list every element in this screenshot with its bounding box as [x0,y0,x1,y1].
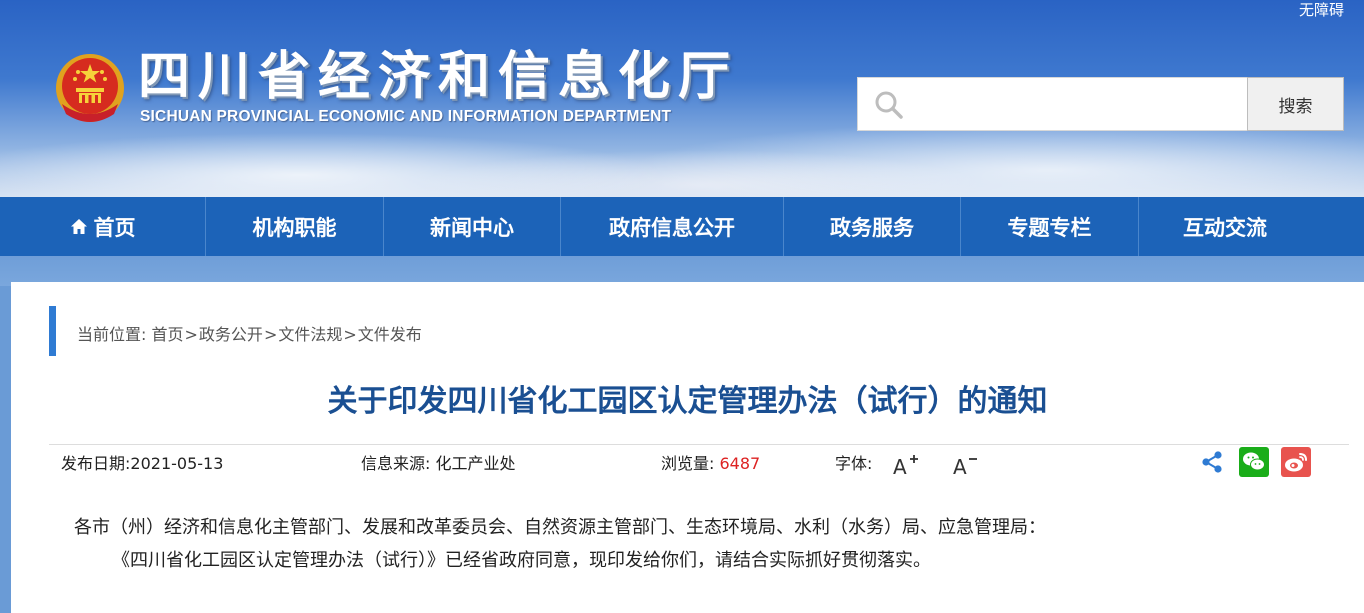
source-value: 化工产业处 [435,454,516,473]
search-input[interactable] [914,86,1234,124]
divider [49,444,1349,445]
national-emblem-logo [56,54,124,122]
info-source: 信息来源: 化工产业处 [361,453,516,475]
views-label: 浏览量: [661,454,715,473]
article-paragraph: 各市（州）经济和信息化主管部门、发展和改革委员会、自然资源主管部门、生态环境局、… [74,517,1046,538]
svg-text:A: A [893,455,907,478]
breadcrumb-accent [49,306,56,356]
nav-item-news[interactable]: 新闻中心 [384,197,561,256]
search-icon [875,91,903,119]
search-button[interactable]: 搜索 [1247,77,1344,131]
breadcrumb-regulations[interactable]: 文件法规 [278,325,342,344]
date-value: 2021-05-13 [130,454,224,473]
nav-item-home[interactable]: 首页 [0,197,206,256]
main-nav: 首页 机构职能 新闻中心 政府信息公开 政务服务 专题专栏 互动交流 [0,197,1364,256]
header-banner: 无障碍 四川省经济和信息化厅 SICHUAN PROVINCIAL ECONOM… [0,0,1364,197]
home-icon [70,218,87,234]
date-label: 发布日期: [61,454,131,473]
svg-text:A: A [953,455,967,478]
view-count: 浏览量: 6487 [661,453,760,475]
nav-label: 政府信息公开 [609,215,735,240]
breadcrumb-separator: > [263,325,278,344]
font-increase-icon[interactable]: A [891,452,919,478]
breadcrumb-open-gov[interactable]: 政务公开 [199,325,263,344]
nav-item-services[interactable]: 政务服务 [784,197,961,256]
nav-label: 首页 [93,215,136,240]
nav-label: 机构职能 [252,215,337,240]
publish-date: 发布日期:2021-05-13 [61,453,223,475]
nav-item-functions[interactable]: 机构职能 [206,197,384,256]
site-subtitle: SICHUAN PROVINCIAL ECONOMIC AND INFORMAT… [140,108,672,125]
article-panel: 当前位置: 首页>政务公开>文件法规>文件发布 关于印发四川省化工园区认定管理办… [11,282,1364,613]
breadcrumb-prefix: 当前位置: [77,325,147,344]
search-box [857,77,1248,131]
nav-item-interaction[interactable]: 互动交流 [1139,197,1311,256]
weibo-icon[interactable] [1281,447,1311,477]
breadcrumb-separator: > [184,325,198,344]
nav-item-gov-info[interactable]: 政府信息公开 [561,197,784,256]
source-label: 信息来源: [361,454,431,473]
font-size-control: 字体: [835,453,872,475]
breadcrumb-file-release[interactable]: 文件发布 [358,325,422,344]
nav-item-topics[interactable]: 专题专栏 [961,197,1139,256]
views-value: 6487 [719,454,761,473]
wechat-icon[interactable] [1239,447,1269,477]
site-title: 四川省经济和信息化厅 [138,47,739,107]
breadcrumb: 当前位置: 首页>政务公开>文件法规>文件发布 [77,321,422,345]
nav-label: 新闻中心 [430,215,514,240]
article-paragraph: 《四川省化工园区认定管理办法（试行）》已经省政府同意，现印发给你们，请结合实际抓… [112,550,931,571]
article-title: 关于印发四川省化工园区认定管理办法（试行）的通知 [327,384,1048,419]
share-icon[interactable] [1197,447,1227,477]
nav-label: 互动交流 [1183,215,1267,240]
font-decrease-icon[interactable]: A [951,452,979,478]
font-label: 字体: [835,454,873,473]
accessibility-link[interactable]: 无障碍 [1299,0,1344,20]
breadcrumb-separator: > [343,325,357,344]
nav-label: 专题专栏 [1007,215,1092,240]
nav-label: 政务服务 [830,215,914,240]
breadcrumb-home[interactable]: 首页 [152,325,184,344]
